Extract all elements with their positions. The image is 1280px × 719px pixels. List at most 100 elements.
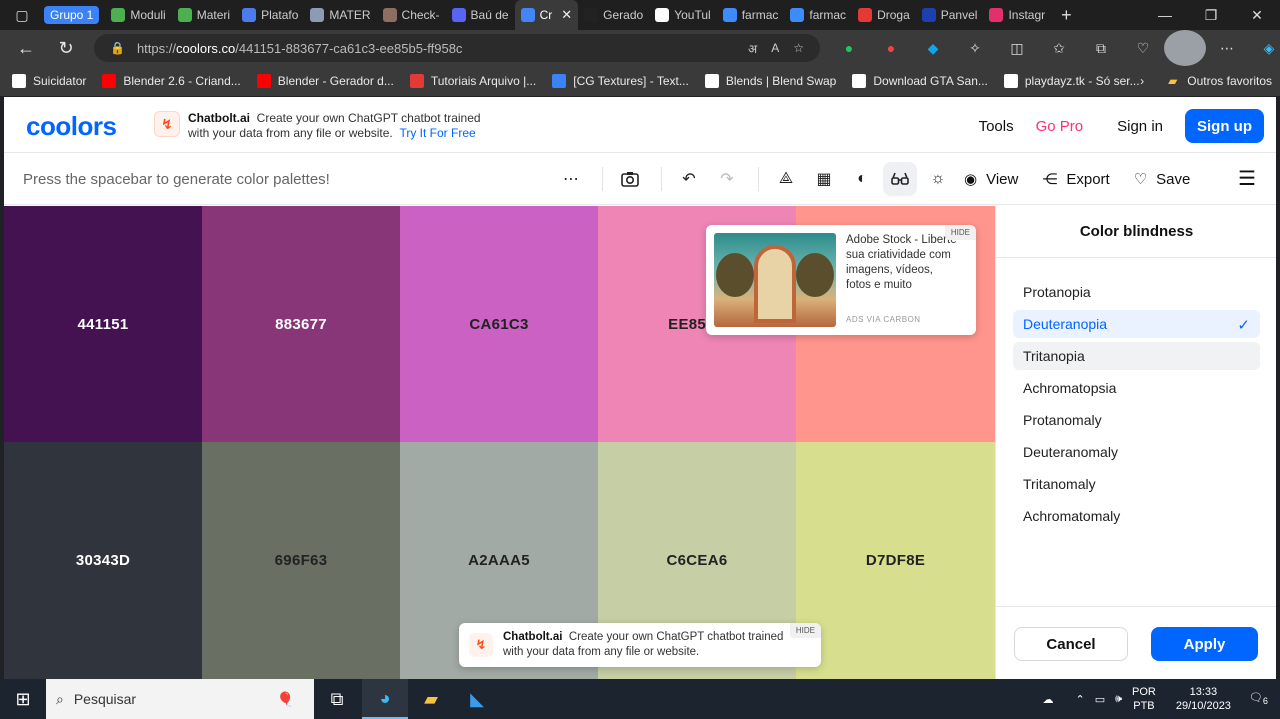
close-window-icon[interactable]: ✕ [1234, 0, 1280, 30]
export-button[interactable]: ⋲ Export [1042, 170, 1109, 189]
other-favorites[interactable]: Outros favoritos [1187, 74, 1272, 88]
color-swatch[interactable]: 441151 [4, 206, 202, 442]
nav-tools[interactable]: Tools [979, 118, 1014, 135]
chevron-up-icon[interactable]: ⌃ [1075, 693, 1084, 706]
bookmark-item[interactable]: [CG Textures] - Text... [552, 74, 689, 88]
browser-tab[interactable]: Moduli [105, 0, 171, 30]
color-blindness-option[interactable]: Achromatopsia [1013, 374, 1260, 402]
color-swatch[interactable]: 696F63 [202, 442, 400, 679]
shapes-icon[interactable]: ⟁ [769, 162, 803, 196]
ad-link[interactable]: Try It For Free [399, 126, 475, 140]
hex-code[interactable]: C6CEA6 [667, 552, 728, 569]
weather-icon[interactable]: ☁ [1042, 693, 1053, 706]
color-blindness-option[interactable]: Protanomaly [1013, 406, 1260, 434]
browser-tab[interactable]: Gerado [578, 0, 649, 30]
language-indicator[interactable]: POR PTB [1132, 685, 1156, 713]
redo-icon[interactable]: ↷ [710, 162, 744, 196]
file-explorer-icon[interactable]: ▰ [408, 679, 454, 719]
coolors-logo[interactable]: coolors [26, 111, 117, 142]
apply-button[interactable]: Apply [1151, 627, 1258, 661]
browser-tab[interactable]: Droga [852, 0, 916, 30]
split-screen-icon[interactable]: ◫ [996, 30, 1038, 66]
hex-code[interactable]: D7DF8E [866, 552, 925, 569]
color-blindness-option[interactable]: Protanopia [1013, 278, 1260, 306]
browser-essentials-icon[interactable]: ♡ [1122, 30, 1164, 66]
browser-tab[interactable]: Baú de [446, 0, 515, 30]
color-swatch[interactable]: CA61C3 [400, 206, 598, 442]
nav-go-pro[interactable]: Go Pro [1036, 118, 1084, 135]
refresh-icon[interactable]: ↻ [46, 30, 86, 66]
header-ad[interactable]: ↯ Chatbolt.ai Create your own ChatGPT ch… [154, 111, 481, 141]
extension-green-icon[interactable]: ● [828, 30, 870, 66]
color-swatch[interactable]: 30343D [4, 442, 202, 679]
hex-code[interactable]: 696F63 [275, 552, 328, 569]
camera-icon[interactable] [613, 162, 647, 196]
new-tab-button[interactable]: + [1051, 0, 1082, 30]
color-blindness-option[interactable]: Tritanopia [1013, 342, 1260, 370]
network-icon[interactable]: ▭ [1095, 693, 1105, 706]
browser-tab[interactable]: MATER [304, 0, 376, 30]
bookmark-item[interactable]: Tutoriais Arquivo |... [409, 74, 536, 88]
tab-close-icon[interactable]: ✕ [561, 7, 572, 23]
browser-tab[interactable]: farmac [784, 0, 852, 30]
color-swatch[interactable]: D7DF8E [796, 442, 995, 679]
bookmark-item[interactable]: Blends | Blend Swap [704, 74, 836, 88]
color-blindness-option[interactable]: Deuteranopia ✓ [1013, 310, 1260, 338]
undo-icon[interactable]: ↶ [672, 162, 706, 196]
bookmark-item[interactable]: Download GTA San... [852, 74, 988, 88]
clock[interactable]: 13:33 29/10/2023 [1176, 685, 1231, 713]
taskbar-search[interactable]: ⌕ Pesquisar 🎈 [46, 679, 314, 719]
hide-ad-button[interactable]: HIDE [944, 225, 976, 240]
brightness-icon[interactable]: ☼ [921, 162, 955, 196]
extensions-icon[interactable]: ✧ [954, 30, 996, 66]
volume-icon[interactable]: 🕪 [1115, 693, 1122, 706]
url-input[interactable]: 🔒 https://coolors.co/441151-883677-ca61c… [94, 34, 820, 62]
notifications-icon[interactable]: 🗨6 [1249, 691, 1268, 706]
hex-code[interactable]: 441151 [77, 316, 128, 333]
profile-avatar[interactable] [1164, 30, 1206, 66]
browser-tab[interactable]: Materi [172, 0, 236, 30]
cancel-button[interactable]: Cancel [1014, 627, 1128, 661]
browser-tab[interactable]: Cr ✕ [514, 0, 579, 30]
browser-tab[interactable]: Check- [377, 0, 446, 30]
windows-start-icon[interactable]: ⊞ [0, 679, 46, 719]
color-blindness-option[interactable]: Deuteranomaly [1013, 438, 1260, 466]
carbon-ad-card[interactable]: Adobe Stock - Liberte sua criatividade c… [706, 225, 976, 335]
minimize-icon[interactable]: — [1142, 0, 1188, 30]
hex-code[interactable]: 30343D [76, 552, 130, 569]
favorites-icon[interactable]: ✩ [1038, 30, 1080, 66]
bookmark-item[interactable]: playdayz.tk - Só ser... [1003, 74, 1140, 88]
favorite-star-icon[interactable]: ☆ [793, 41, 804, 55]
edge-taskbar-icon[interactable]: ◕ [362, 679, 408, 719]
extension-red-icon[interactable]: ● [870, 30, 912, 66]
nav-sign-in[interactable]: Sign in [1117, 118, 1163, 135]
color-swatch[interactable]: 883677 [202, 206, 400, 442]
restore-icon[interactable]: ❐ [1188, 0, 1234, 30]
save-button[interactable]: ♡ Save [1134, 170, 1191, 189]
view-button[interactable]: ◉ View [964, 170, 1018, 189]
copilot-icon[interactable]: ◈ [1248, 30, 1280, 66]
bookmark-item[interactable]: Blender - Gerador d... [256, 74, 394, 88]
browser-tab[interactable]: Platafo [236, 0, 304, 30]
extension-blue-icon[interactable]: ◆ [912, 30, 954, 66]
hex-code[interactable]: A2AAA5 [468, 552, 530, 569]
tab-group-chip[interactable]: Grupo 1 [44, 6, 100, 24]
translate-icon[interactable]: अ [748, 40, 757, 57]
browser-tab[interactable]: Panvel [916, 0, 984, 30]
read-aloud-icon[interactable]: A [771, 41, 779, 55]
collections-icon[interactable]: ⧉ [1080, 30, 1122, 66]
task-view-icon[interactable]: ⧉ [314, 679, 360, 719]
browser-tab[interactable]: YouTul [649, 0, 716, 30]
more-options-icon[interactable]: ⋯ [554, 162, 588, 196]
bookmark-item[interactable]: Suicidator [12, 74, 86, 88]
contrast-icon[interactable]: ◐ [845, 162, 879, 196]
color-blindness-option[interactable]: Achromatomaly [1013, 502, 1260, 530]
tab-actions-icon[interactable]: ▢ [0, 0, 44, 30]
hide-banner-button[interactable]: HIDE [789, 623, 821, 638]
sign-up-button[interactable]: Sign up [1185, 109, 1264, 143]
more-menu-icon[interactable]: ⋯ [1206, 30, 1248, 66]
back-icon[interactable]: ← [6, 30, 46, 66]
hex-code[interactable]: CA61C3 [469, 316, 528, 333]
glasses-icon[interactable] [883, 162, 917, 196]
browser-tab[interactable]: farmac [717, 0, 785, 30]
